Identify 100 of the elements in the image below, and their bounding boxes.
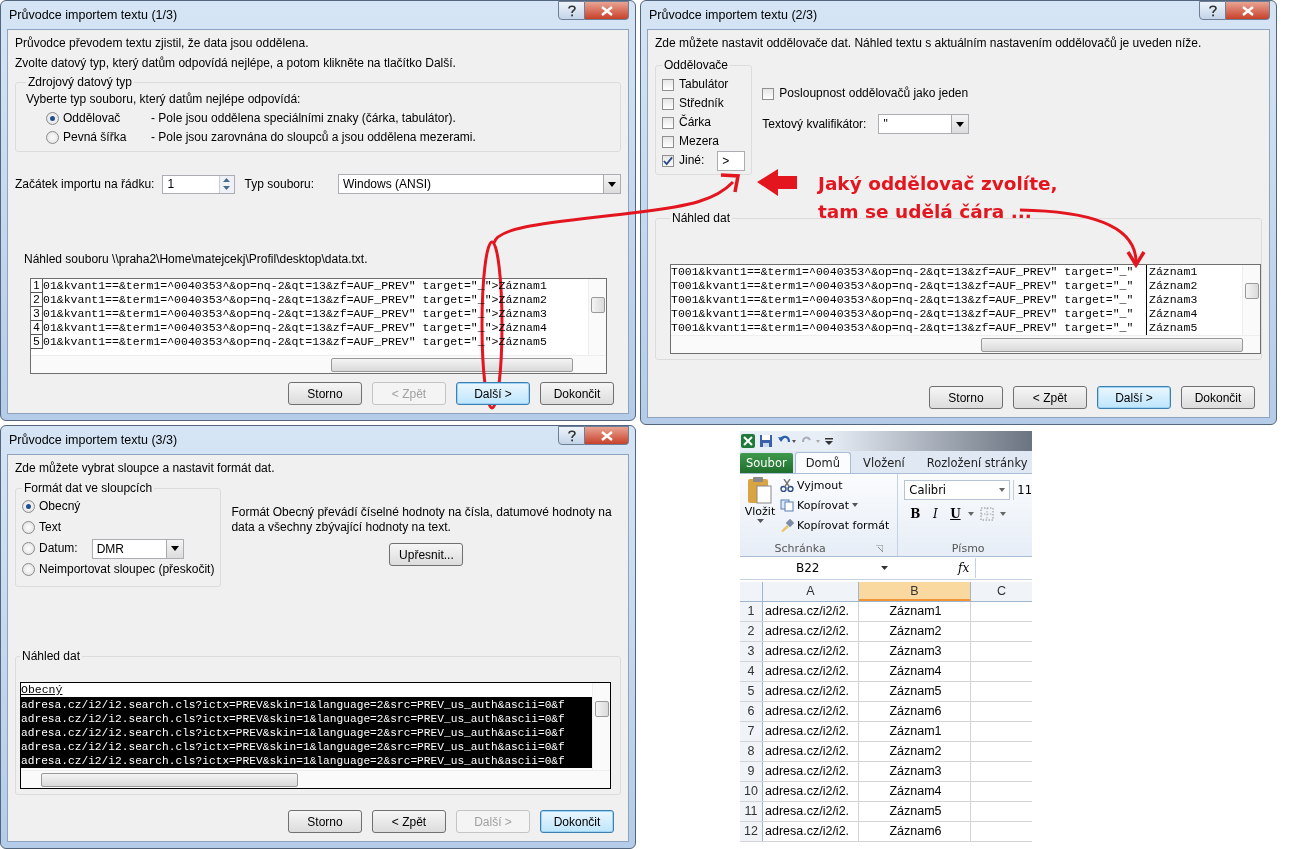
checkbox[interactable] [762,87,775,100]
horizontal-scrollbar[interactable] [31,355,606,373]
checkbox[interactable] [662,154,674,167]
format-painter-button[interactable]: Kopírovat formát [780,516,890,534]
dialog-button[interactable]: Dokončit [1181,386,1255,409]
radio-button[interactable] [46,112,59,125]
horizontal-scrollbar[interactable] [671,335,1260,353]
checkbox-label[interactable]: Středník [679,96,724,111]
checkbox[interactable] [662,135,674,148]
vertical-scrollbar[interactable] [1242,265,1260,335]
vertical-scrollbar[interactable] [592,683,610,770]
column-header[interactable]: B [859,582,971,601]
customize-menu-icon[interactable] [825,436,833,446]
dialog-launcher-icon[interactable] [875,544,883,552]
close-button[interactable] [1226,1,1270,20]
checkbox-label[interactable]: Jiné: [679,153,705,168]
checkbox[interactable] [662,78,674,91]
ribbon-tab[interactable]: Vložení [853,453,915,473]
font-size-field[interactable]: 11 [1013,480,1032,500]
row-header[interactable]: 4 [740,662,763,681]
vertical-scrollbar[interactable] [588,279,606,355]
horizontal-scrollbar[interactable] [21,770,610,788]
insert-function-button[interactable]: fx [958,561,970,575]
column-header[interactable]: C [971,582,1032,601]
date-format-dropdown[interactable]: DMR [91,538,184,559]
dialog-button[interactable]: Další > [1097,386,1171,409]
row-header[interactable]: 10 [740,782,763,801]
italic-button[interactable]: I [928,507,943,521]
cut-button[interactable]: Vyjmout [780,476,890,494]
close-button[interactable] [585,426,629,445]
dialog-button[interactable]: Storno [929,386,1003,409]
dialog-button[interactable]: Storno [288,810,362,833]
ribbon-tab[interactable]: Domů [794,452,852,473]
dialog-button[interactable]: Dokončit [540,382,614,405]
help-button[interactable] [558,426,585,445]
radio-button[interactable] [46,131,59,144]
checkbox-label[interactable]: Mezera [679,134,719,149]
help-button[interactable] [558,1,585,20]
preview-line: adresa.cz/i2/i2.search.cls?ictx=PREV&skin=1&language=2&src=PREV_us_auth&ascii=0&f [21,698,565,712]
row-header[interactable]: 3 [740,642,763,661]
help-icon [1207,4,1218,17]
row-header[interactable]: 6 [740,702,763,721]
font-name-field[interactable]: Calibri [904,480,1011,500]
option-label[interactable]: Datum: [39,541,78,556]
row-header[interactable]: 11 [740,802,763,821]
dropdown-arrow-icon[interactable] [1000,512,1007,516]
dropdown-arrow-icon[interactable] [968,512,975,516]
other-delimiter-field[interactable]: > [717,150,746,171]
spin-buttons[interactable] [218,175,234,193]
ribbon-tab[interactable]: Rozložení stránky [916,453,1032,473]
dialog-button[interactable]: Dokončit [540,810,614,833]
dialog-button[interactable]: < Zpět [372,810,446,833]
ribbon-tab[interactable]: Soubor [740,453,793,473]
dialog-button[interactable]: Další > [456,382,530,405]
name-box[interactable]: B22 [740,558,892,578]
option-label[interactable]: Text [39,520,61,535]
row-header[interactable]: 5 [740,682,763,701]
preview-cell-text: Záznam4 [1148,307,1198,321]
option-label[interactable]: Obecný [39,499,81,514]
row-header[interactable]: 2 [740,622,763,641]
bold-button[interactable]: B [908,507,923,521]
help-button[interactable] [1199,1,1226,20]
table-cell: adresa.cz/i2/i2. [763,642,859,661]
radio-button[interactable] [22,500,35,513]
close-icon [600,5,613,16]
close-button[interactable] [585,1,629,20]
column-header[interactable]: Obecný [21,683,592,698]
radio-button[interactable] [22,563,35,576]
preview-line: adresa.cz/i2/i2.search.cls?ictx=PREV&skin=1&language=2&src=PREV_us_auth&ascii=0&f [21,740,565,754]
save-icon[interactable] [759,434,773,448]
table-cell: Záznam3 [859,642,971,661]
qualifier-dropdown[interactable]: " [878,114,970,134]
checkbox-label[interactable]: Čárka [679,115,711,130]
table-cell: Záznam5 [859,802,971,821]
radio-button[interactable] [22,542,35,555]
paste-button[interactable]: Vložit [740,476,780,540]
option-label[interactable]: Oddělovač [63,111,147,126]
table-cell: adresa.cz/i2/i2. [763,622,859,641]
row-header[interactable]: 1 [740,602,763,621]
checkbox[interactable] [662,116,674,129]
dropdown-arrow-icon [608,181,616,187]
field-label: Typ souboru: [244,176,314,192]
checkbox-label[interactable]: Posloupnost oddělovačů jako jeden [779,86,969,101]
row-header[interactable]: 8 [740,742,763,761]
option-label[interactable]: Pevná šířka [63,130,147,145]
underline-button[interactable]: U [948,507,963,521]
advanced-button[interactable]: Upřesnit... [389,543,464,566]
row-header[interactable]: 12 [740,822,763,841]
file-type-dropdown[interactable]: Windows (ANSI) [338,174,621,194]
row-header[interactable]: 9 [740,762,763,781]
option-label[interactable]: Neimportovat sloupec (přeskočit) [39,562,215,577]
borders-icon[interactable] [980,507,995,521]
copy-button[interactable]: Kopírovat [780,496,890,514]
row-header[interactable]: 7 [740,722,763,741]
checkbox[interactable] [662,97,674,110]
radio-button[interactable] [22,521,35,534]
dialog-button[interactable]: Storno [288,382,362,405]
number-field[interactable]: 1 [162,174,235,194]
checkbox-label[interactable]: Tabulátor [679,77,729,92]
dialog-button[interactable]: < Zpět [1013,386,1087,409]
